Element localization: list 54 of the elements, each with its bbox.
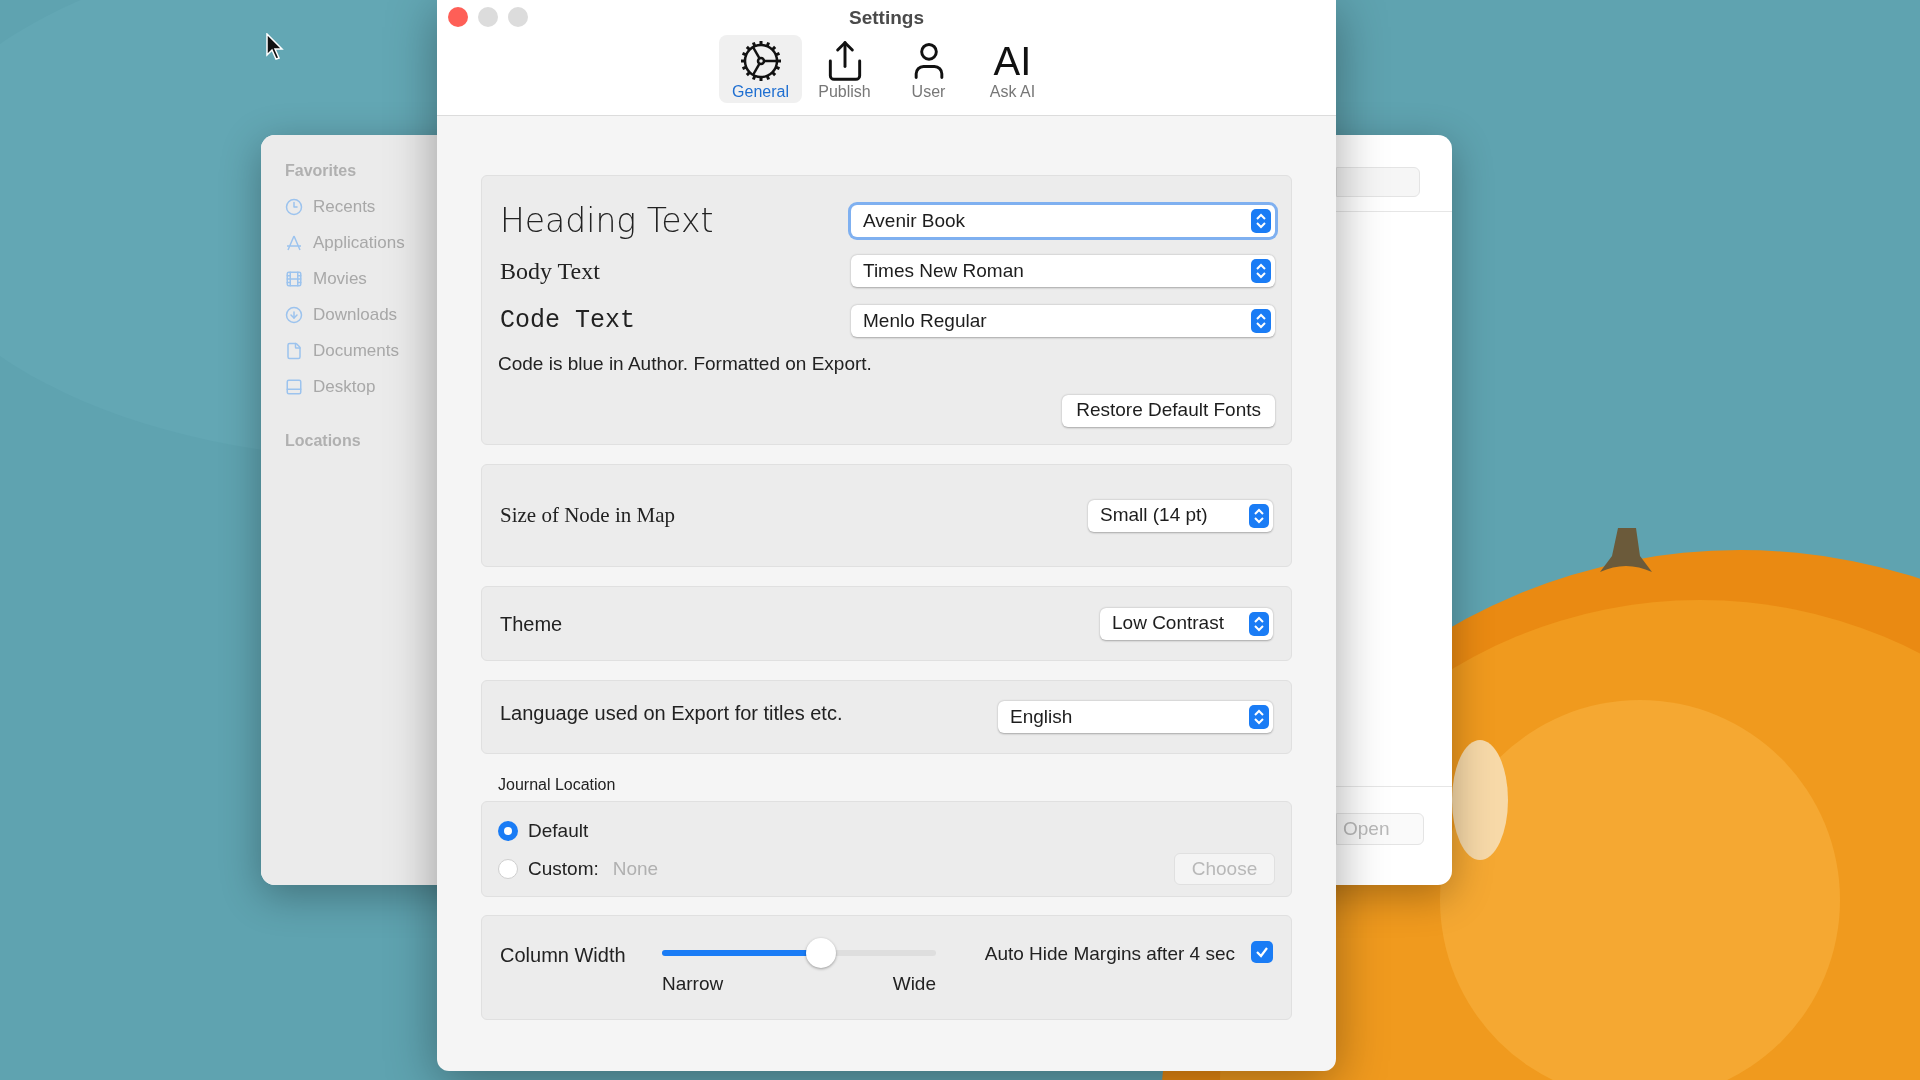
checkbox-label: Auto Hide Margins after 4 sec: [984, 942, 1235, 966]
ai-icon: AI: [993, 38, 1032, 83]
search-field[interactable]: [1336, 167, 1420, 197]
sidebar-section-title: Locations: [285, 431, 362, 451]
setting-label: Size of Node in Map: [500, 501, 675, 529]
minimize-button[interactable]: [478, 7, 498, 27]
slider-max-label: Wide: [892, 972, 936, 996]
radio-button[interactable]: [498, 821, 518, 841]
radio-label: Custom:: [528, 856, 599, 881]
slider[interactable]: [662, 938, 936, 968]
zoom-button[interactable]: [508, 7, 528, 27]
setting-label: Column Width: [500, 943, 627, 966]
radio-button[interactable]: [498, 859, 518, 879]
film-icon: [285, 270, 303, 288]
gear-icon: [738, 38, 783, 83]
chevron-updown-icon: [1249, 611, 1269, 636]
popup-button[interactable]: English: [998, 701, 1273, 733]
toolbar-tab[interactable]: Publish: [803, 34, 886, 103]
clock-icon: [285, 198, 303, 216]
toolbar-tab[interactable]: User: [887, 34, 970, 103]
close-button[interactable]: [448, 7, 468, 27]
chevron-updown-icon: [1251, 259, 1271, 283]
pointer-icon: [266, 33, 284, 61]
font-label: Body Text: [500, 257, 600, 286]
slider-thumb[interactable]: [805, 938, 836, 968]
checkbox[interactable]: [1251, 941, 1273, 963]
setting-label: Language used on Export for titles etc.: [500, 701, 843, 726]
download-icon: [285, 306, 303, 324]
chevron-updown-icon: [1251, 309, 1271, 333]
font-label: Code Text: [500, 305, 636, 338]
slider-min-label: Narrow: [662, 972, 724, 996]
document-icon: [285, 342, 303, 360]
chevron-updown-icon: [1249, 705, 1269, 729]
chevron-updown-icon: [1251, 209, 1271, 233]
chevron-updown-icon: [1249, 503, 1269, 528]
restore-fonts-button[interactable]: Restore Default Fonts: [1062, 394, 1275, 427]
radio-label: Default: [528, 818, 589, 843]
path-field[interactable]: None: [610, 855, 911, 883]
popup-button[interactable]: Low Contrast: [1100, 607, 1273, 640]
popup-button[interactable]: Menlo Regular: [851, 305, 1275, 337]
popup-button[interactable]: Times New Roman: [851, 255, 1275, 287]
note-text: Code is blue in Author. Formatted on Export.: [498, 352, 873, 376]
popup-button[interactable]: Small (14 pt): [1088, 499, 1273, 532]
journal-section-title: Journal Location: [498, 775, 617, 795]
toolbar-tab[interactable]: General: [719, 34, 802, 103]
desktop-icon: [285, 378, 303, 396]
checkmark-icon: [1255, 945, 1269, 959]
toolbar-tab[interactable]: AI Ask AI: [971, 34, 1054, 103]
popup-button[interactable]: Avenir Book: [851, 205, 1275, 237]
window-title: Settings: [849, 6, 924, 30]
compass-a-icon: [285, 234, 303, 252]
sidebar-section-title: Favorites: [285, 161, 358, 181]
font-label: Heading Text: [500, 200, 714, 243]
setting-label: Theme: [500, 611, 563, 637]
